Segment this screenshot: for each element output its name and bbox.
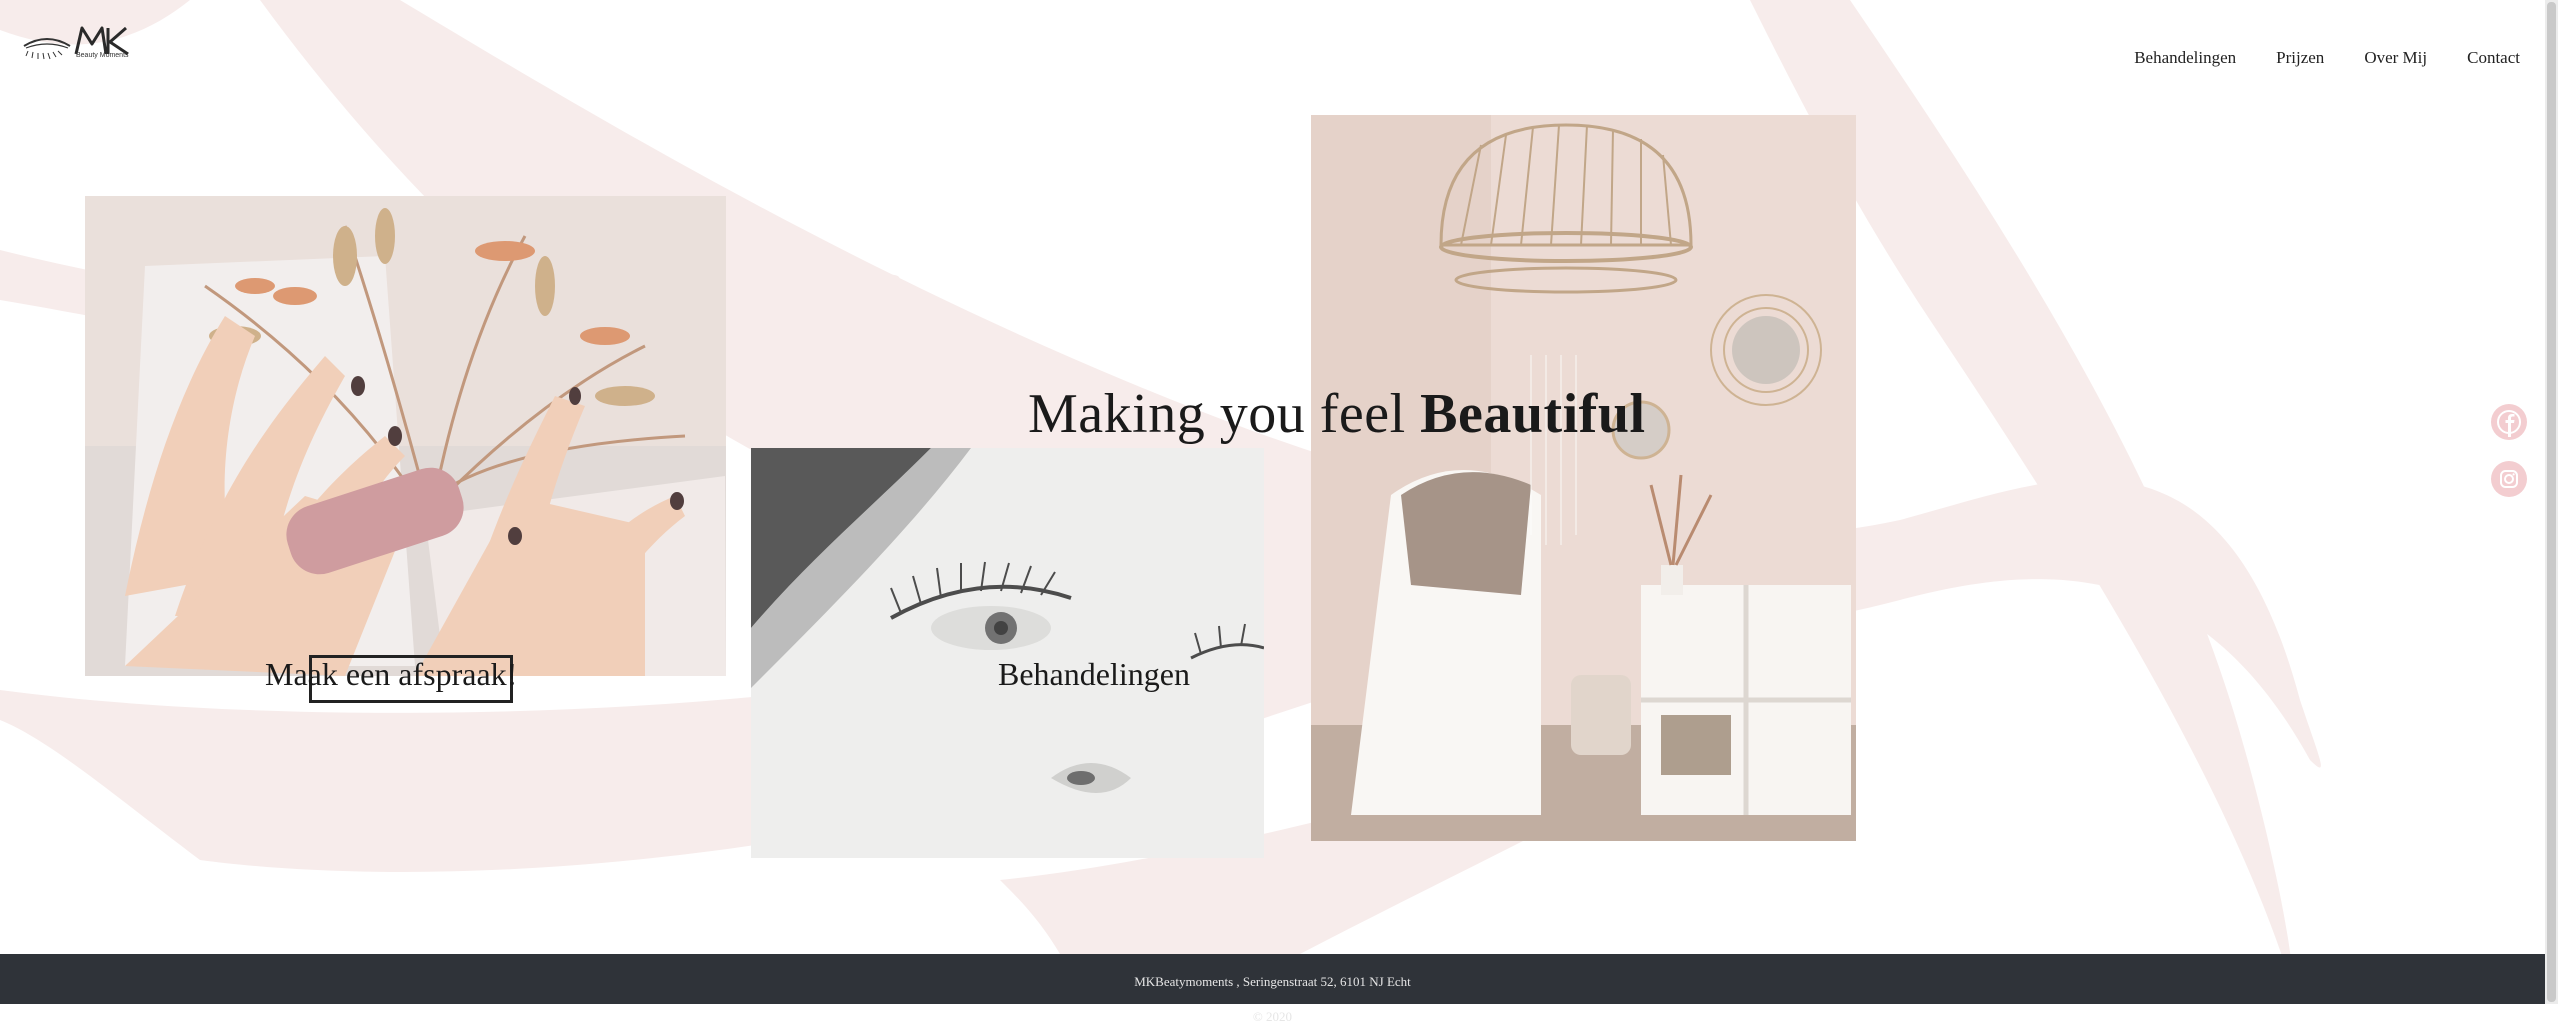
page-footer: MKBeatymoments , Seringenstraat 52, 6101… xyxy=(0,954,2545,1024)
instagram-button[interactable] xyxy=(2491,461,2527,497)
facebook-button[interactable] xyxy=(2491,404,2527,440)
logo-subtext: Beauty Moments xyxy=(76,52,129,59)
eyelash-icon xyxy=(23,38,71,60)
facebook-icon xyxy=(2497,410,2521,437)
scrollbar-thumb[interactable] xyxy=(2547,2,2556,1002)
hero-title-bold: Beautiful xyxy=(1420,383,1646,445)
page-scrollbar[interactable] xyxy=(2545,0,2558,1004)
nav-link-behandelingen[interactable]: Behandelingen xyxy=(2134,48,2236,68)
brand-logo[interactable]: Beauty Moments xyxy=(22,24,134,68)
salon-room-photo xyxy=(1311,115,1856,841)
instagram-icon xyxy=(2500,470,2518,488)
nav-link-contact[interactable]: Contact xyxy=(2467,48,2520,68)
hero-title: Making you feel Beautiful xyxy=(1028,382,1646,446)
footer-copyright: © 2020 xyxy=(1252,1009,1293,1024)
nav-link-over-mij[interactable]: Over Mij xyxy=(2364,48,2427,68)
hero-title-light: Making you feel xyxy=(1028,383,1406,445)
nav-link-prijzen[interactable]: Prijzen xyxy=(2276,48,2324,68)
lashes-photo xyxy=(751,448,1264,858)
nails-photo xyxy=(85,196,726,676)
treatments-link[interactable]: Behandelingen xyxy=(998,656,1190,693)
main-navigation: Behandelingen Prijzen Over Mij Contact xyxy=(2134,48,2520,68)
appointment-link[interactable]: Maak een afspraak! xyxy=(265,656,517,693)
footer-address: MKBeatymoments , Seringenstraat 52, 6101… xyxy=(1134,974,1411,989)
